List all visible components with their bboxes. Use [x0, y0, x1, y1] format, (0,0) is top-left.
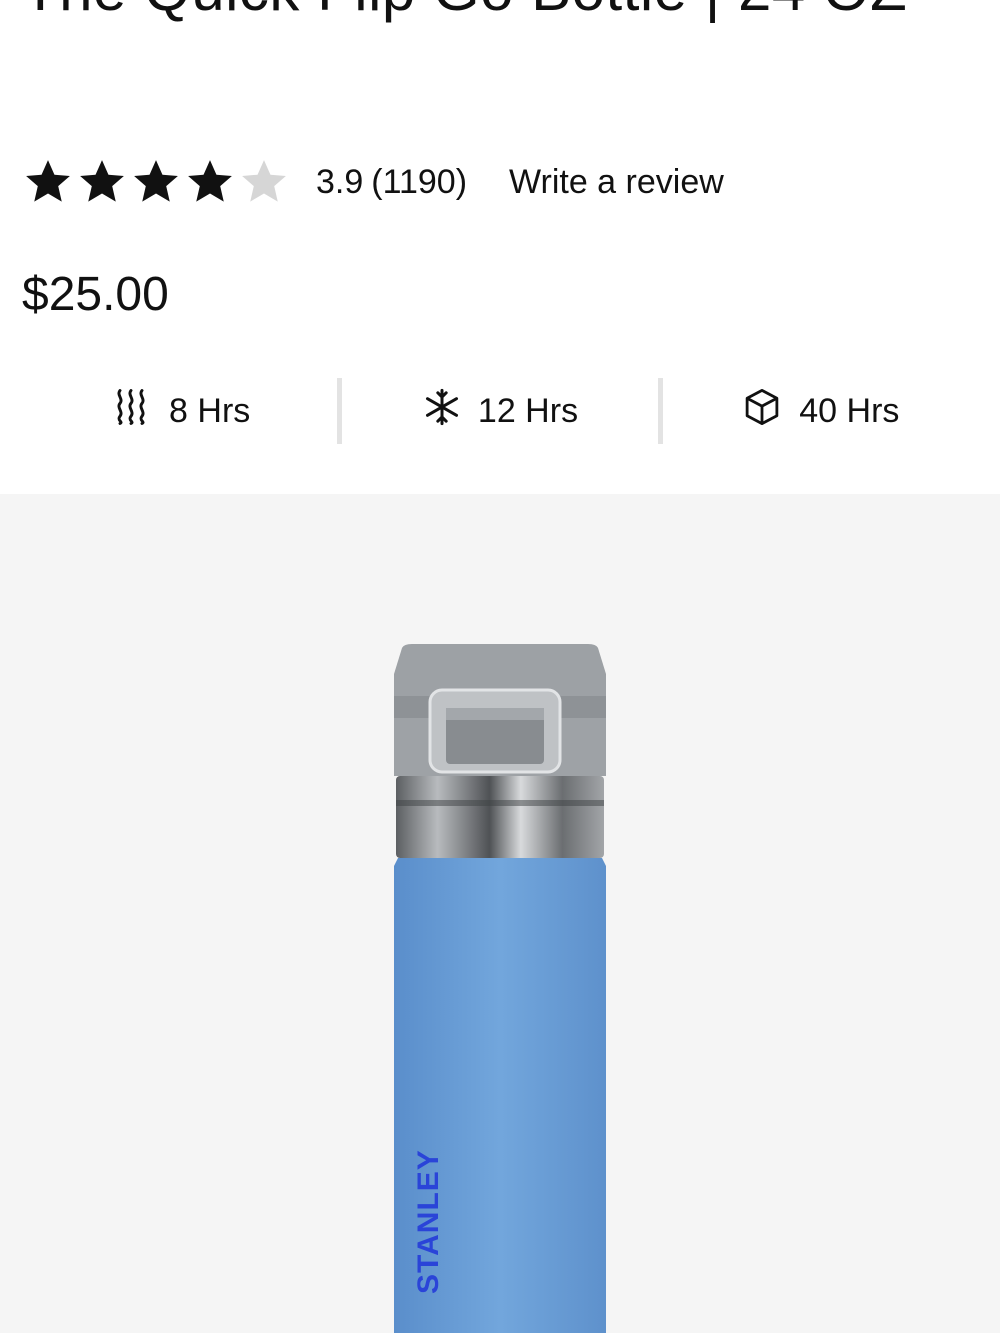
- spec-hot: 8 Hrs: [22, 376, 337, 446]
- insulation-specs: 8 Hrs 12 Hrs 40 Hrs: [22, 376, 978, 446]
- spec-cold-label: 12 Hrs: [477, 391, 579, 430]
- star-empty-icon: [238, 157, 290, 207]
- product-title: The Quick Flip Go Bottle | 24 OZ: [22, 0, 982, 28]
- star-filled-icon: [130, 157, 182, 207]
- spec-cold: 12 Hrs: [342, 376, 657, 446]
- brand-logo-text: STANLEY: [412, 1149, 445, 1294]
- spec-hot-label: 8 Hrs: [169, 391, 251, 430]
- write-review-link[interactable]: Write a review: [509, 163, 724, 202]
- rating-stars: [22, 157, 290, 207]
- product-price: $25.00: [22, 268, 169, 321]
- spec-ice: 40 Hrs: [663, 376, 978, 446]
- star-filled-icon: [184, 157, 236, 207]
- rating-value: 3.9: [316, 162, 364, 201]
- ice-cube-icon: [741, 386, 783, 437]
- snowflake-icon: [422, 387, 462, 436]
- product-image[interactable]: STANLEY: [0, 494, 1000, 1333]
- steam-icon: [109, 385, 153, 438]
- star-filled-icon: [76, 157, 128, 207]
- rating-count[interactable]: (1190): [371, 163, 467, 202]
- rating-row: 3.9 (1190) Write a review: [22, 152, 724, 212]
- star-filled-icon: [22, 157, 74, 207]
- spec-ice-label: 40 Hrs: [799, 391, 900, 430]
